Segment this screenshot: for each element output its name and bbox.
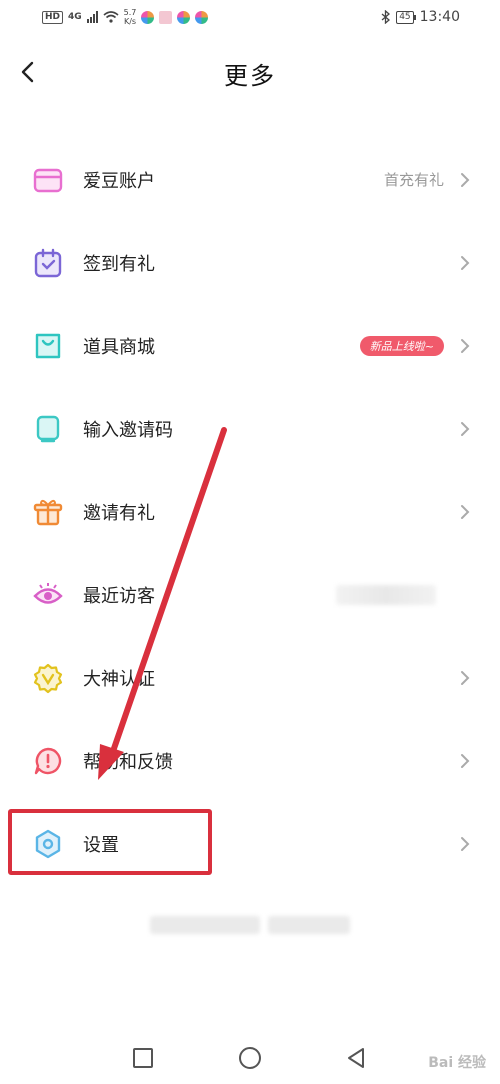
recents-square-icon[interactable]	[131, 1046, 155, 1070]
chevron-right-icon	[461, 504, 470, 519]
menu-item-label: 输入邀请码	[83, 419, 173, 441]
back-triangle-icon[interactable]	[344, 1046, 368, 1070]
chevron-right-icon	[461, 836, 470, 851]
help-feedback-icon	[34, 747, 62, 775]
shopping-bag-icon	[35, 333, 61, 359]
home-circle-icon[interactable]	[238, 1046, 262, 1070]
app-notification-icon	[159, 10, 173, 24]
watermark-logo: Bai 经验	[428, 1055, 486, 1071]
menu-item-expert-verification[interactable]: 大神认证	[0, 636, 500, 719]
chevron-right-icon	[461, 338, 470, 353]
sign-in-calendar-icon	[34, 248, 62, 278]
chevron-right-icon	[461, 753, 470, 768]
menu-item-hint: 首充有礼	[383, 171, 444, 189]
menu-item-idol-account[interactable]: 爱豆账户 首充有礼	[0, 138, 500, 221]
menu-item-label: 邀请有礼	[83, 502, 155, 524]
blurred-footer-text	[268, 916, 350, 934]
page-header: 更多	[0, 48, 500, 96]
app-notification-icon	[195, 10, 209, 24]
menu-item-label: 设置	[83, 834, 119, 856]
bluetooth-icon	[381, 10, 391, 24]
hd-indicator: HD	[42, 10, 64, 24]
blurred-visitor-preview	[336, 584, 436, 605]
menu-item-label: 道具商城	[83, 336, 155, 358]
wallet-icon	[33, 168, 63, 193]
verified-badge-icon	[33, 663, 63, 694]
menu-item-invite-reward[interactable]: 邀请有礼	[0, 470, 500, 553]
menu-item-label: 爱豆账户	[83, 170, 155, 192]
more-menu-list: 爱豆账户 首充有礼 签到有礼 道具商城 新品上线啦~ 输入邀请码 邀请有礼 最近…	[0, 138, 500, 885]
clock: 13:40	[419, 9, 460, 25]
settings-hexagon-icon	[35, 829, 61, 859]
menu-item-label: 最近访客	[83, 585, 155, 607]
app-notification-icon	[141, 10, 155, 24]
network-speed: 5.7 K/s	[123, 8, 137, 26]
network-type: 4G	[68, 11, 82, 22]
invite-code-icon	[36, 415, 60, 443]
signal-icon	[86, 11, 98, 23]
new-item-badge: 新品上线啦~	[359, 336, 444, 356]
menu-item-sign-in-reward[interactable]: 签到有礼	[0, 221, 500, 304]
menu-item-invite-code[interactable]: 输入邀请码	[0, 387, 500, 470]
wifi-icon	[103, 11, 119, 23]
gift-icon	[33, 499, 63, 526]
menu-item-help-feedback[interactable]: 帮助和反馈	[0, 719, 500, 802]
menu-item-recent-visitors[interactable]: 最近访客	[0, 553, 500, 636]
chevron-right-icon	[461, 670, 470, 685]
page-title: 更多	[224, 62, 276, 90]
chevron-right-icon	[461, 172, 470, 187]
chevron-right-icon	[461, 421, 470, 436]
eye-icon	[33, 583, 63, 604]
menu-item-label: 大神认证	[83, 668, 155, 690]
blurred-footer-text	[150, 916, 260, 934]
menu-item-label: 签到有礼	[83, 253, 155, 275]
chevron-right-icon	[461, 255, 470, 270]
system-nav-bar: Bai 经验	[0, 1030, 500, 1084]
app-notification-icon	[177, 10, 191, 24]
menu-item-settings[interactable]: 设置	[0, 802, 500, 885]
menu-item-prop-store[interactable]: 道具商城 新品上线啦~	[0, 304, 500, 387]
menu-item-label: 帮助和反馈	[83, 751, 173, 773]
battery-indicator: 45	[396, 10, 417, 24]
status-bar: HD 4G 5.7 K/s 45 13:40	[0, 0, 500, 36]
